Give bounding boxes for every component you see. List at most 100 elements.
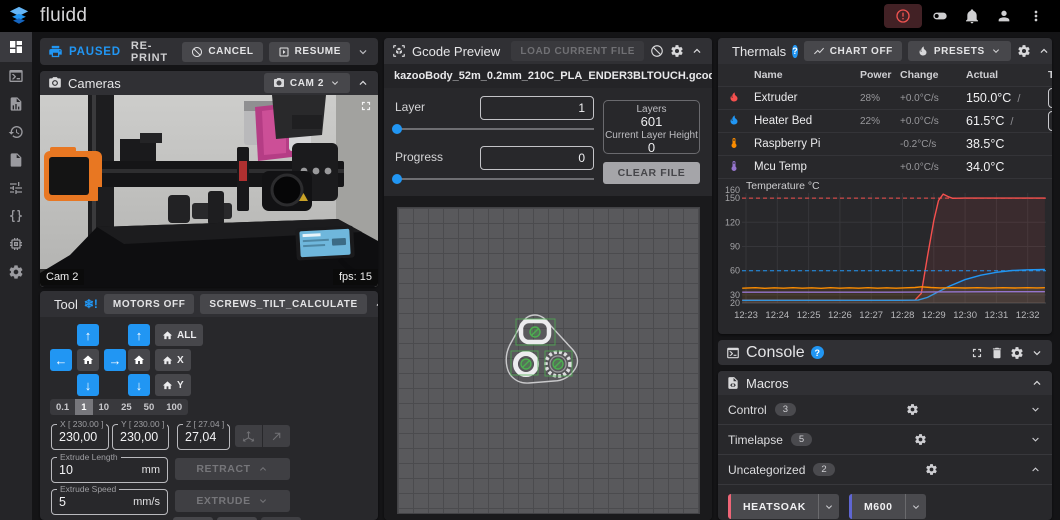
macro-dropdown-chevron[interactable]	[818, 494, 839, 519]
console-collapse-chevron[interactable]	[1030, 346, 1044, 360]
move-step-25[interactable]: 25	[115, 399, 138, 415]
console-trash-icon[interactable]	[990, 346, 1004, 360]
macro-group-settings-gear-icon[interactable]	[914, 433, 927, 446]
sidebar-item-jobs[interactable]	[0, 90, 32, 118]
cameras-collapse-chevron[interactable]	[356, 76, 370, 90]
screws-tilt-calculate-button[interactable]: SCREWS_TILT_CALCULATE	[200, 294, 366, 314]
clear-file-button[interactable]: CLEAR FILE	[603, 162, 700, 184]
macro-group-settings-gear-icon[interactable]	[925, 463, 938, 476]
sidebar-item-tune[interactable]	[0, 174, 32, 202]
macro-button-m600[interactable]: M600	[849, 494, 926, 519]
tool-title: Tool	[54, 297, 78, 312]
macro-group-settings-gear-icon[interactable]	[906, 403, 919, 416]
macro-button-heatsoak[interactable]: HEATSOAK	[728, 494, 839, 519]
sidebar-item-dashboard[interactable]	[0, 32, 32, 62]
retract-button[interactable]: RETRACT	[175, 458, 290, 480]
macro-group-timelapse[interactable]: Timelapse5	[718, 425, 1052, 455]
chevron-down-icon[interactable]	[1029, 403, 1042, 416]
extrude-button[interactable]: EXTRUDE	[175, 490, 290, 512]
tune-icon	[8, 180, 24, 196]
chevron-down-icon[interactable]	[1029, 433, 1042, 446]
cancel-button[interactable]: CANCEL	[182, 42, 262, 62]
toggle-switch-button[interactable]	[926, 4, 954, 28]
camera-fullscreen-icon[interactable]	[359, 99, 373, 118]
gcode-cancel-icon[interactable]	[650, 44, 664, 58]
reprint-button[interactable]: RE-PRINT	[131, 40, 172, 64]
macro-group-uncategorized[interactable]: Uncategorized2	[718, 455, 1052, 485]
thermals-help-badge[interactable]: ?	[792, 45, 798, 58]
sidebar-item-system[interactable]	[0, 230, 32, 258]
tool-collapse-chevron[interactable]	[373, 297, 378, 311]
console-fullscreen-icon[interactable]	[970, 346, 984, 360]
extrude-length-field[interactable]: Extrude Length10mm	[51, 457, 168, 483]
console-settings-gear-icon[interactable]	[1010, 346, 1024, 360]
thermals-settings-gear-icon[interactable]	[1017, 44, 1031, 58]
position-relative-toggle[interactable]	[263, 425, 290, 447]
tool-panel: Tool ❄! MOTORS OFF SCREWS_TILT_CALCULATE…	[40, 291, 378, 520]
sidebar-item-settings[interactable]	[0, 258, 32, 286]
move-step-10[interactable]: 10	[93, 399, 116, 415]
console-help-badge[interactable]: ?	[811, 346, 824, 359]
gcode-viewer[interactable]	[384, 196, 712, 520]
progress-input[interactable]: 0	[480, 146, 594, 170]
progress-label: Progress	[395, 150, 443, 164]
home-y-button[interactable]: Y	[155, 374, 191, 396]
notifications-bell-button[interactable]	[958, 4, 986, 28]
sidebar-item-console[interactable]	[0, 62, 32, 90]
chart-toggle-button[interactable]: CHART OFF	[804, 41, 902, 61]
sidebar-item-history[interactable]	[0, 118, 32, 146]
x-position-field[interactable]: X [ 230.00 ]230,00	[51, 424, 109, 450]
home-xy-button[interactable]	[77, 349, 99, 371]
macros-collapse-chevron[interactable]	[1030, 376, 1044, 390]
thermals-collapse-chevron[interactable]	[1037, 44, 1051, 58]
layer-slider[interactable]	[394, 128, 594, 130]
position-absolute-toggle[interactable]	[235, 425, 262, 447]
move-step-100[interactable]: 100	[160, 399, 188, 415]
move-step-50[interactable]: 50	[138, 399, 161, 415]
thermal-row-extruder[interactable]: Extruder28%+0.0°C/s150.0°C/150°C	[718, 87, 1052, 110]
macro-dropdown-chevron[interactable]	[905, 494, 926, 519]
target-input-extruder[interactable]: 150°C	[1048, 88, 1052, 108]
layer-input[interactable]: 1	[480, 96, 594, 120]
sidebar-item-file-config[interactable]	[0, 146, 32, 174]
home-x-button[interactable]: X	[155, 349, 191, 371]
macro-group-control[interactable]: Control3	[718, 395, 1052, 425]
thermal-row-mcu-temp[interactable]: Mcu Temp+0.0°C/s34.0°C	[718, 156, 1052, 179]
gcode-collapse-chevron[interactable]	[690, 44, 704, 58]
emergency-stop-button[interactable]	[884, 4, 922, 28]
jog-z-up-button[interactable]: ↑	[128, 324, 150, 346]
thermal-row-raspberry-pi[interactable]: Raspberry Pi-0.2°C/s38.5°C	[718, 133, 1052, 156]
presets-button[interactable]: PRESETS	[908, 41, 1011, 61]
home-z-button[interactable]	[128, 349, 150, 371]
gear-icon	[906, 403, 919, 416]
status-menu-chevron[interactable]	[356, 45, 370, 59]
overflow-menu-button[interactable]	[1022, 4, 1050, 28]
move-step-0.1[interactable]: 0.1	[50, 399, 75, 415]
resume-button[interactable]: RESUME	[269, 42, 350, 62]
camera-icon	[48, 76, 62, 90]
thermal-row-heater-bed[interactable]: Heater Bed22%+0.0°C/s61.5°C/60°C	[718, 110, 1052, 133]
cube-scan-icon	[392, 44, 406, 58]
jog-x-minus-button[interactable]: ←	[50, 349, 72, 371]
home-all-button[interactable]: ALL	[155, 324, 203, 346]
camera-select-button[interactable]: CAM 2	[264, 73, 350, 93]
progress-slider[interactable]	[394, 178, 594, 180]
chevron-down-icon	[329, 77, 341, 89]
jog-y-plus-button[interactable]: ↑	[77, 324, 99, 346]
motors-off-button[interactable]: MOTORS OFF	[104, 294, 194, 314]
macro-groups: Control3Timelapse5Uncategorized2	[718, 395, 1052, 485]
load-current-file-button[interactable]: LOAD CURRENT FILE	[511, 41, 644, 61]
account-button[interactable]	[990, 4, 1018, 28]
y-position-field[interactable]: Y [ 230.00 ]230,00	[112, 424, 169, 450]
z-position-field[interactable]: Z [ 27.04 ]27,04	[177, 424, 230, 450]
move-step-1[interactable]: 1	[75, 399, 92, 415]
jog-y-minus-button[interactable]: ↓	[77, 374, 99, 396]
jog-x-plus-button[interactable]: →	[104, 349, 126, 371]
extrude-speed-field[interactable]: Extrude Speed5mm/s	[51, 489, 168, 515]
jog-z-down-button[interactable]: ↓	[128, 374, 150, 396]
chevron-up-icon[interactable]	[1029, 463, 1042, 476]
macros-title: Macros	[746, 376, 789, 391]
gcode-settings-gear-icon[interactable]	[670, 44, 684, 58]
target-input-heater-bed[interactable]: 60°C	[1048, 111, 1052, 131]
sidebar-item-macros-braces[interactable]	[0, 202, 32, 230]
